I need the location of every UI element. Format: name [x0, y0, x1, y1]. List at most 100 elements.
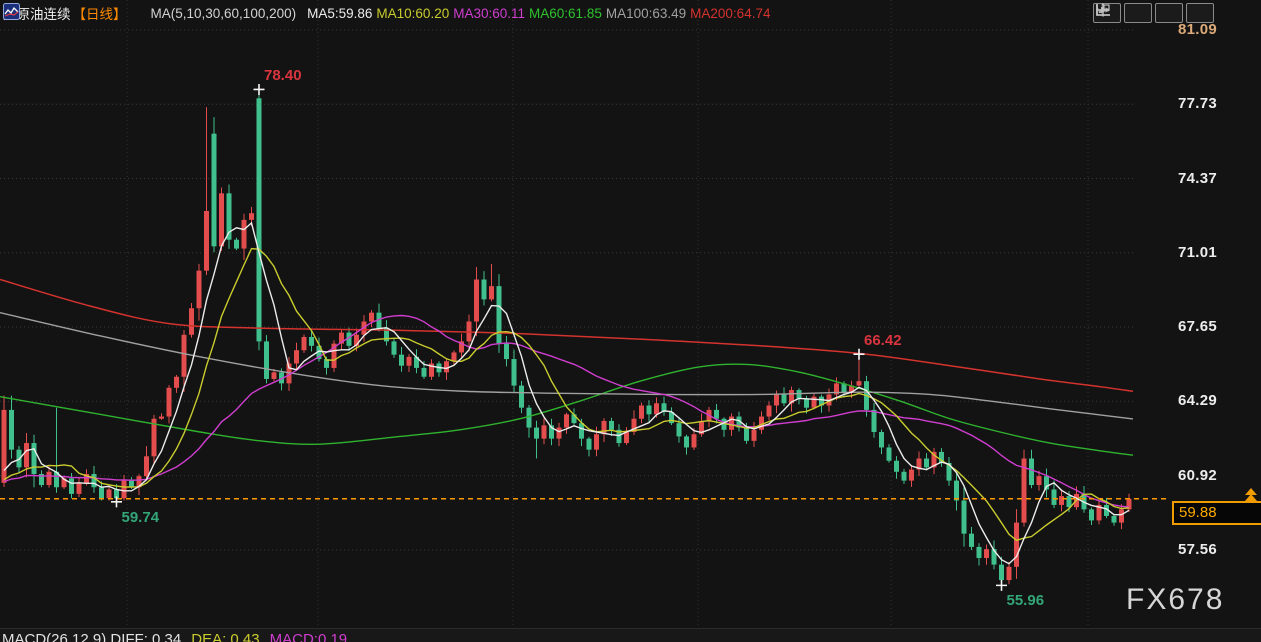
candle [77, 483, 82, 494]
ma-value: MA30:60.11 [453, 6, 525, 21]
candle [302, 337, 307, 350]
candle [744, 428, 749, 441]
chart-canvas[interactable] [0, 0, 1261, 642]
candle [444, 361, 449, 372]
candle [2, 410, 7, 483]
candle [189, 308, 194, 335]
price-axis-label: 57.56 [1178, 541, 1248, 558]
candle [272, 372, 277, 379]
price-marker-label: 78.40 [264, 67, 302, 84]
candle [684, 436, 689, 447]
ma10-line [4, 249, 1129, 541]
ma-value: MA100:63.49 [606, 6, 686, 21]
candle [1119, 509, 1124, 522]
extreme-cross-icon [996, 580, 1007, 591]
candle [497, 286, 502, 343]
candle [999, 565, 1004, 580]
candle [294, 350, 299, 363]
period-label[interactable]: 【日线】 [73, 3, 127, 23]
candle [482, 280, 487, 300]
candle [977, 547, 982, 558]
price-axis-label: 64.29 [1178, 392, 1248, 409]
candlestick-series [2, 89, 1132, 585]
candle [219, 193, 224, 246]
macd-value: MACD:0.19 [270, 631, 348, 642]
candle [527, 408, 532, 428]
candle [767, 405, 772, 416]
candle [894, 461, 899, 472]
extreme-cross-icon [111, 496, 122, 507]
ma200-line [0, 280, 1133, 392]
candle [9, 410, 14, 450]
candle [234, 240, 239, 249]
candle [24, 443, 29, 467]
candle [99, 487, 104, 498]
price-axis-label: 71.01 [1178, 244, 1248, 261]
candle [752, 430, 757, 441]
candle [879, 432, 884, 447]
candle [557, 428, 562, 439]
candle [182, 335, 187, 377]
ma-values: MA5:59.86MA10:60.20MA30:60.11MA60:61.85M… [303, 6, 770, 21]
current-price-label: 59.88 [1172, 501, 1261, 525]
candle [512, 359, 517, 386]
axis-play-button[interactable] [1155, 3, 1183, 23]
candle [249, 213, 254, 220]
candle [1029, 459, 1034, 486]
candle [714, 410, 719, 419]
candle [654, 403, 659, 414]
pane-divider[interactable] [0, 628, 1261, 629]
candle [107, 489, 112, 498]
candle [872, 410, 877, 432]
jump-latest-icon [1093, 3, 1113, 17]
axis-scale-button[interactable] [1124, 3, 1152, 23]
candle [1067, 496, 1072, 507]
chart-toolbar [1093, 3, 1214, 23]
chart-header: 美原油连续【日线】 MA(5,10,30,60,100,200) MA5:59.… [3, 3, 770, 23]
candle [969, 534, 974, 547]
price-axis-label: 60.92 [1178, 467, 1248, 484]
candle [579, 423, 584, 438]
candle [1007, 567, 1012, 580]
candle [857, 381, 862, 385]
candle [32, 443, 37, 474]
ma-settings-label[interactable]: MA(5,10,30,60,100,200) [151, 6, 297, 21]
extreme-cross-icon [254, 84, 265, 95]
price-marker-label: 66.42 [864, 332, 902, 349]
candle [174, 377, 179, 388]
candle [909, 470, 914, 481]
candle [602, 421, 607, 434]
candle [954, 481, 959, 501]
price-axis-label: 67.65 [1178, 318, 1248, 335]
candle [144, 456, 149, 476]
candle [639, 405, 644, 418]
candle [692, 434, 697, 447]
watermark: FX678 [1126, 583, 1224, 617]
candle [782, 394, 787, 403]
candle [519, 386, 524, 408]
candle [1052, 489, 1057, 504]
candle [984, 549, 989, 558]
ma-value: MA60:61.85 [529, 6, 602, 21]
candle [407, 357, 412, 366]
candle [69, 478, 74, 493]
candle [47, 472, 52, 485]
candle [369, 313, 374, 322]
candle [804, 399, 809, 408]
candle [474, 280, 479, 322]
candle [594, 434, 599, 449]
candle [564, 414, 569, 427]
candle [1037, 476, 1042, 485]
candle [677, 423, 682, 436]
candle [197, 271, 202, 309]
candle [399, 355, 404, 366]
price-axis-label: 81.09 [1178, 21, 1248, 38]
candle [242, 220, 247, 249]
candle [962, 501, 967, 534]
candle [902, 472, 907, 481]
price-axis-label: 74.37 [1178, 170, 1248, 187]
dea-value: DEA: 0.43 [191, 631, 259, 642]
candle [887, 447, 892, 460]
trading-app-window: 美原油连续【日线】 MA(5,10,30,60,100,200) MA5:59.… [0, 0, 1261, 642]
jump-latest-button[interactable] [1186, 3, 1214, 23]
